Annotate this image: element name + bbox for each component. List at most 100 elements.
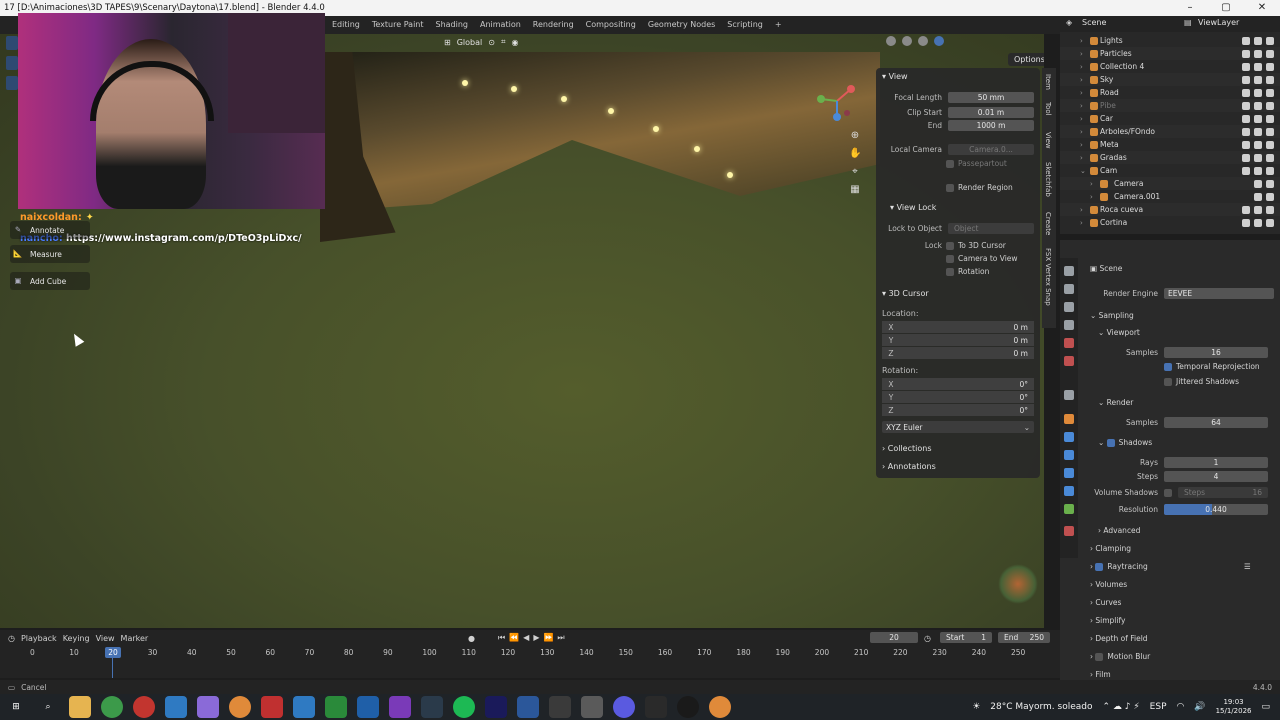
app-icon[interactable] (581, 696, 603, 718)
orientation-icon[interactable]: ⊞ (444, 38, 451, 47)
particles-tab-icon[interactable] (1064, 450, 1074, 460)
start-icon[interactable]: ⊞ (5, 696, 27, 718)
measure-tool[interactable]: 📐 Measure (10, 245, 90, 263)
outliner-item[interactable]: › Arboles/FOndo (1060, 125, 1280, 138)
app-icon[interactable] (645, 696, 667, 718)
cursor-rotation-y[interactable]: Y 0° (882, 391, 1034, 403)
resolution-slider[interactable]: 0.440 (1164, 504, 1268, 515)
tab-sketchfab[interactable]: Sketchfab (1044, 162, 1052, 197)
current-frame-field[interactable]: 20 (870, 632, 918, 643)
temporal-reprojection-checkbox[interactable]: Temporal Reprojection (1164, 362, 1260, 371)
tab-item[interactable]: Item (1044, 74, 1052, 90)
edge-icon[interactable] (165, 696, 187, 718)
annotations-header[interactable]: › Annotations (882, 462, 936, 471)
view-section-header[interactable]: ▾ View (882, 72, 908, 81)
clamping-panel[interactable]: › Clamping (1090, 544, 1131, 553)
cursor-location-y[interactable]: Y0 m (882, 334, 1034, 346)
network-icon[interactable]: ◠ (1177, 702, 1185, 712)
wireframe-shading-icon[interactable] (886, 36, 896, 46)
minimize-button[interactable]: – (1172, 0, 1208, 16)
file-explorer-icon[interactable] (69, 696, 91, 718)
viewport-subpanel[interactable]: ⌄ Viewport (1098, 328, 1140, 337)
tab-animation[interactable]: Animation (474, 16, 527, 34)
pycharm-icon[interactable] (325, 696, 347, 718)
solid-shading-icon[interactable] (902, 36, 912, 46)
add-workspace-icon[interactable]: + (769, 16, 788, 34)
tab-shading[interactable]: Shading (430, 16, 475, 34)
move-tool-icon[interactable] (6, 76, 18, 90)
world-tab-icon[interactable] (1064, 356, 1074, 366)
3d-cursor-header[interactable]: ▾ 3D Cursor (882, 289, 929, 298)
select-tool-icon[interactable] (6, 36, 18, 50)
obs-icon[interactable] (677, 696, 699, 718)
viewport-samples-field[interactable]: 16 (1164, 347, 1268, 358)
view-lock-header[interactable]: ▾ View Lock (890, 203, 936, 212)
outliner-item[interactable]: › Lights (1060, 34, 1280, 47)
rendered-shading-icon[interactable] (934, 36, 944, 46)
outliner-item[interactable]: › Meta (1060, 138, 1280, 151)
render-engine-dropdown[interactable]: EEVEE (1164, 288, 1274, 299)
tab-editing[interactable]: Editing (326, 16, 366, 34)
word-icon[interactable] (517, 696, 539, 718)
start-frame-field[interactable]: Start 1 (940, 632, 992, 643)
spotify-icon[interactable] (453, 696, 475, 718)
film-panel[interactable]: › Film (1090, 670, 1111, 679)
jittered-shadows-checkbox[interactable]: Jittered Shadows (1164, 377, 1239, 386)
volume-icon[interactable]: 🔊 (1194, 702, 1205, 712)
scene-icon[interactable]: ◈ (1066, 18, 1072, 27)
clip-end-field[interactable]: End 1000 m (882, 119, 1034, 131)
video-app-icon[interactable] (261, 696, 283, 718)
advanced-subpanel[interactable]: › Advanced (1098, 526, 1140, 535)
app-icon[interactable] (293, 696, 315, 718)
outliner-item[interactable]: › Cortina (1060, 216, 1280, 229)
view-layer-tab-icon[interactable] (1064, 320, 1074, 330)
options-dropdown[interactable]: Options (1008, 53, 1044, 66)
weather-text[interactable]: 28°C Mayorm. soleado (990, 702, 1092, 712)
to-3d-cursor-checkbox[interactable]: To 3D Cursor (946, 241, 1006, 250)
tab-compositing[interactable]: Compositing (580, 16, 642, 34)
outliner-item[interactable]: › Car (1060, 112, 1280, 125)
search-icon[interactable]: ⌕ (37, 696, 59, 718)
modifier-tab-icon[interactable] (1064, 432, 1074, 442)
tray-icons[interactable]: ⌃ ☁ ♪ ⚡ (1102, 702, 1139, 712)
tab-geometry-nodes[interactable]: Geometry Nodes (642, 16, 721, 34)
lock-to-object-field[interactable]: Lock to Object Object (882, 222, 1034, 234)
outliner-item[interactable]: › Roca cueva (1060, 203, 1280, 216)
playback-controls[interactable]: ⏮⏪◀▶⏩⏭ (498, 633, 569, 643)
collection-tab-icon[interactable] (1064, 390, 1074, 400)
motion-blur-panel[interactable]: › Motion Blur (1090, 652, 1150, 661)
playback-menu[interactable]: Playback (21, 634, 57, 643)
frame-ruler[interactable]: 0 10 30 40 50 60 70 80 90 100 110 120 130 140 150 160 17… (0, 648, 1060, 660)
view-menu[interactable]: View (96, 634, 115, 643)
clip-start-field[interactable]: Clip Start 0.01 m (882, 106, 1034, 118)
tab-scripting[interactable]: Scripting (721, 16, 769, 34)
render-region-checkbox[interactable]: Render Region (946, 183, 1013, 192)
simplify-panel[interactable]: › Simplify (1090, 616, 1125, 625)
close-button[interactable]: ✕ (1244, 0, 1280, 16)
add-cube-tool[interactable]: ▣ Add Cube (10, 272, 90, 290)
render-tab-icon[interactable] (1064, 284, 1074, 294)
raytracing-panel[interactable]: › Raytracing (1090, 562, 1148, 571)
view-layer-selector[interactable]: ViewLayer (1198, 18, 1239, 27)
pan-icon[interactable]: ✋ (849, 148, 861, 160)
outliner-item[interactable]: › Collection 4 (1060, 60, 1280, 73)
outliner-item[interactable]: › Road (1060, 86, 1280, 99)
tab-texture-paint[interactable]: Texture Paint (366, 16, 430, 34)
language-indicator[interactable]: ESP (1150, 702, 1167, 712)
steps-field[interactable]: 4 (1164, 471, 1268, 482)
playhead[interactable] (112, 658, 113, 678)
material-shading-icon[interactable] (918, 36, 928, 46)
after-effects-icon[interactable] (485, 696, 507, 718)
outliner-item[interactable]: › Pibe (1060, 99, 1280, 112)
tab-view[interactable]: View (1044, 132, 1052, 149)
blender-icon[interactable] (229, 696, 251, 718)
camera-view-icon[interactable]: ⌖ (849, 166, 861, 178)
orientation-dropdown[interactable]: Global (457, 38, 483, 47)
app-icon[interactable] (197, 696, 219, 718)
notifications-icon[interactable]: ▭ (1261, 702, 1270, 712)
cursor-rotation-z[interactable]: Z 0° (882, 404, 1034, 416)
tool-tab-icon[interactable] (1064, 266, 1074, 276)
tab-tool[interactable]: Tool (1044, 102, 1052, 116)
navigation-gizmo-icon[interactable] (815, 79, 859, 123)
scene-selector[interactable]: Scene (1082, 18, 1106, 27)
